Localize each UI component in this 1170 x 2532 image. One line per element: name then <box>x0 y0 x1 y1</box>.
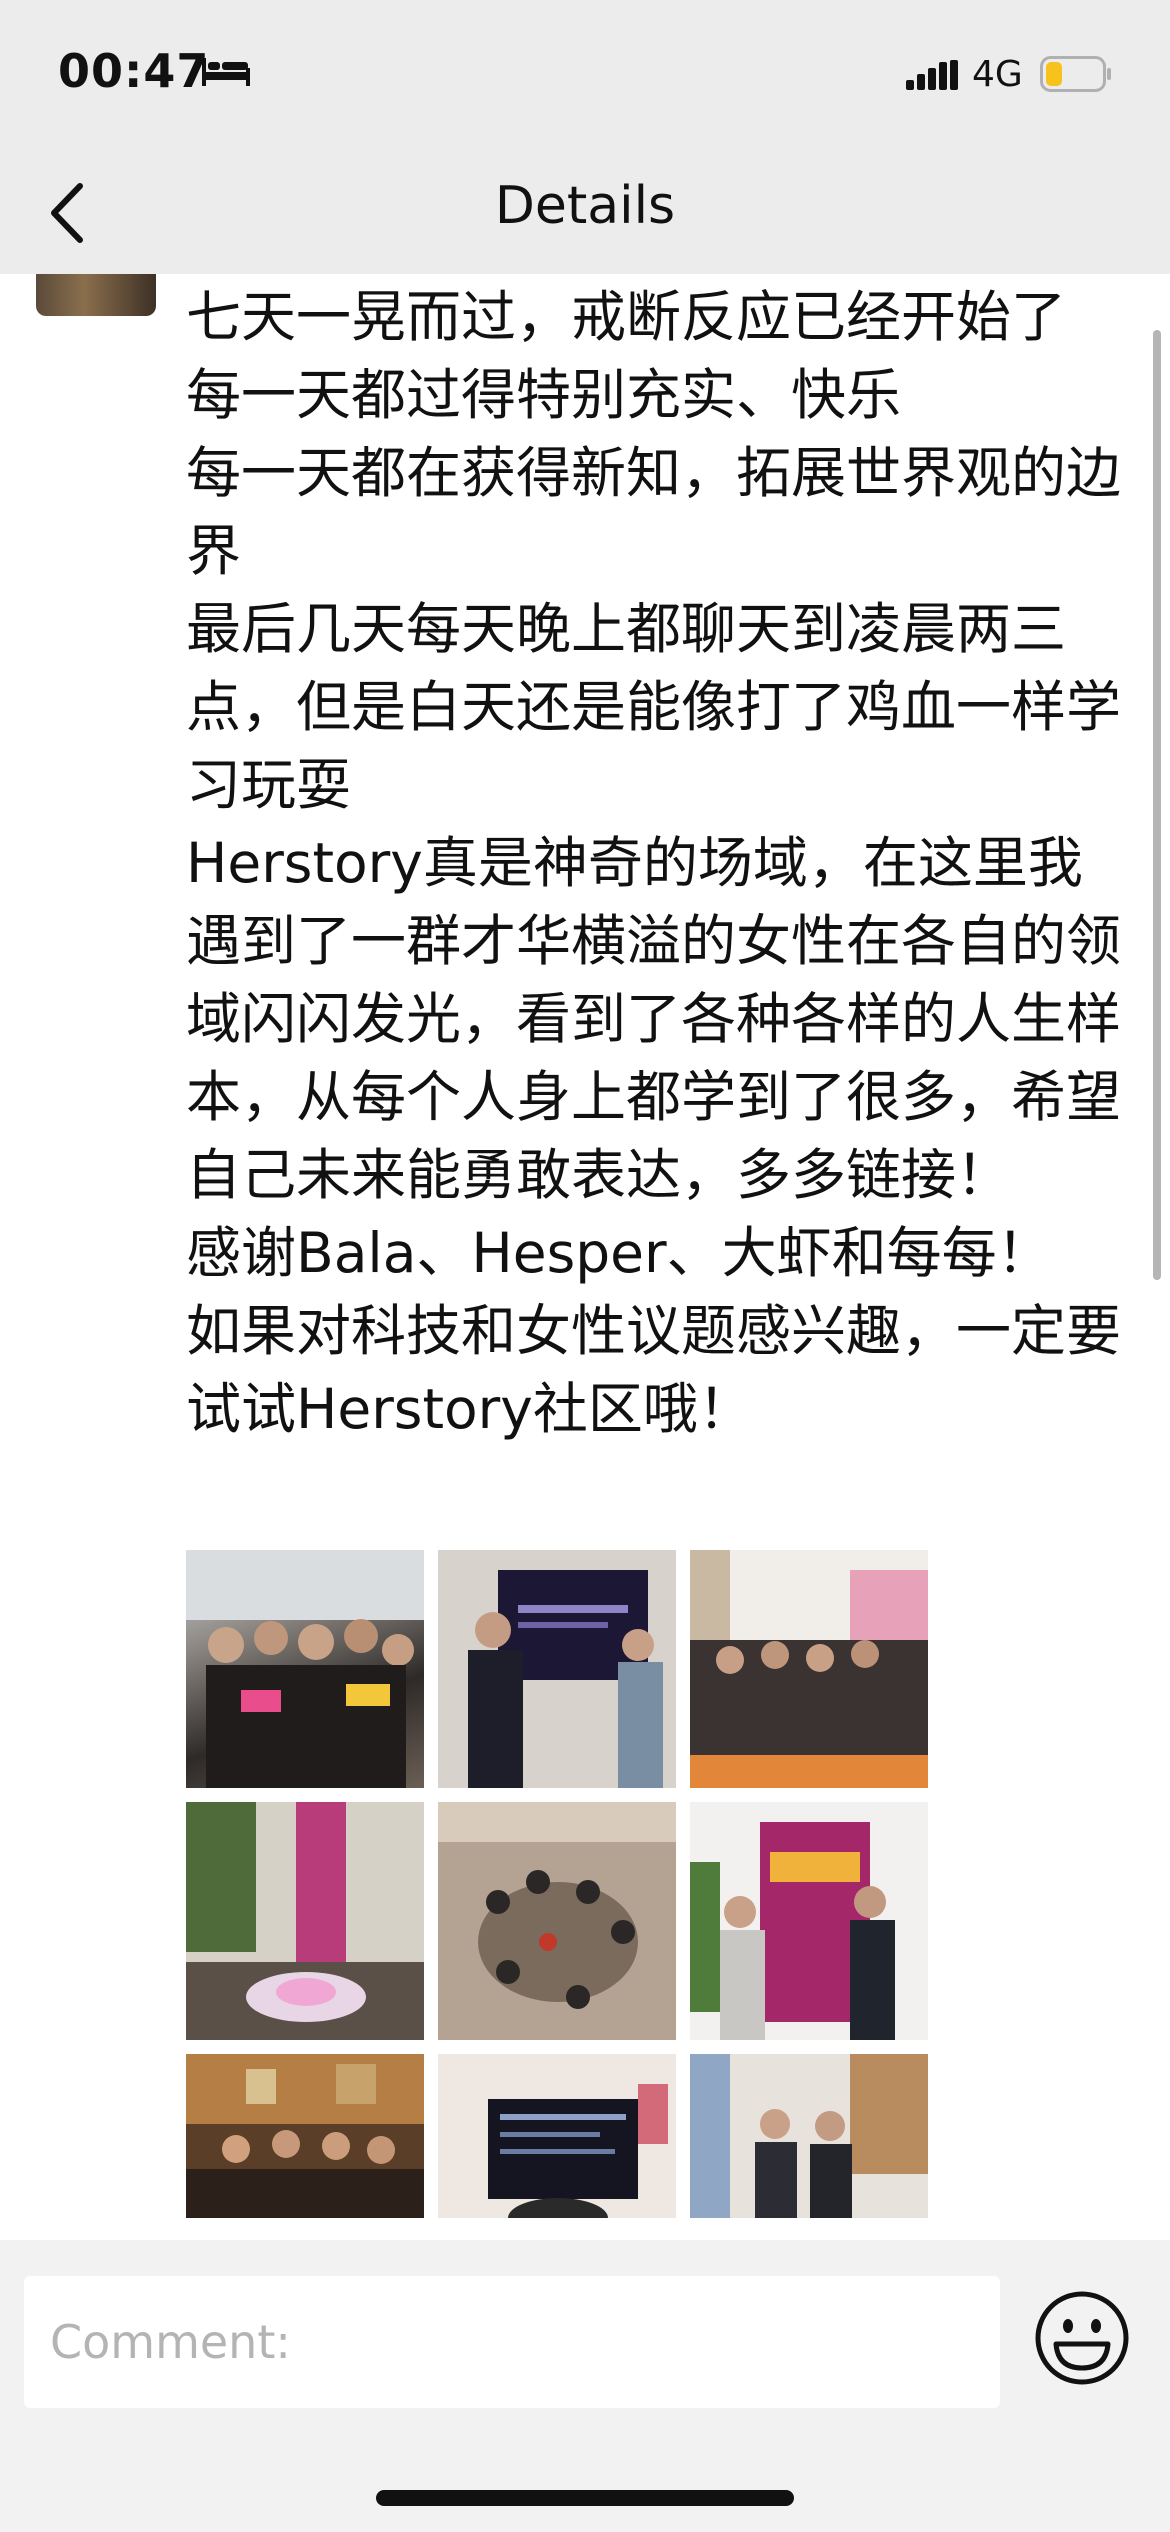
photo-thumbnail[interactable] <box>186 1802 424 2040</box>
status-bar: 00:47 4G <box>0 0 1170 150</box>
comment-input[interactable] <box>24 2276 1000 2408</box>
post-text: 七天一晃而过，戒断反应已经开始了 每一天都过得特别充实、快乐 每一天都在获得新知… <box>186 285 1122 1441</box>
photo-thumbnail[interactable] <box>186 2054 424 2218</box>
photo-thumbnail[interactable] <box>186 1550 424 1788</box>
network-type: 4G <box>972 54 1023 95</box>
scrollbar[interactable] <box>1153 330 1161 1280</box>
comment-bar <box>0 2240 1170 2532</box>
battery-icon <box>1040 56 1111 92</box>
photo-thumbnail[interactable] <box>438 1802 676 2040</box>
photo-thumbnail[interactable] <box>438 1550 676 1788</box>
photo-thumbnail[interactable] <box>690 1802 928 2040</box>
navigation-bar: Details <box>0 150 1170 274</box>
photo-thumbnail[interactable] <box>690 1550 928 1788</box>
cellular-signal-icon <box>906 60 958 90</box>
photo-thumbnail[interactable] <box>690 2054 928 2218</box>
photo-thumbnail[interactable] <box>438 2054 676 2218</box>
smiley-face-icon[interactable] <box>1032 2288 1132 2388</box>
avatar[interactable] <box>36 274 156 316</box>
page-title: Details <box>494 176 676 236</box>
status-time: 00:47 <box>58 44 210 98</box>
bed-icon <box>202 58 250 86</box>
home-indicator[interactable] <box>376 2490 794 2506</box>
